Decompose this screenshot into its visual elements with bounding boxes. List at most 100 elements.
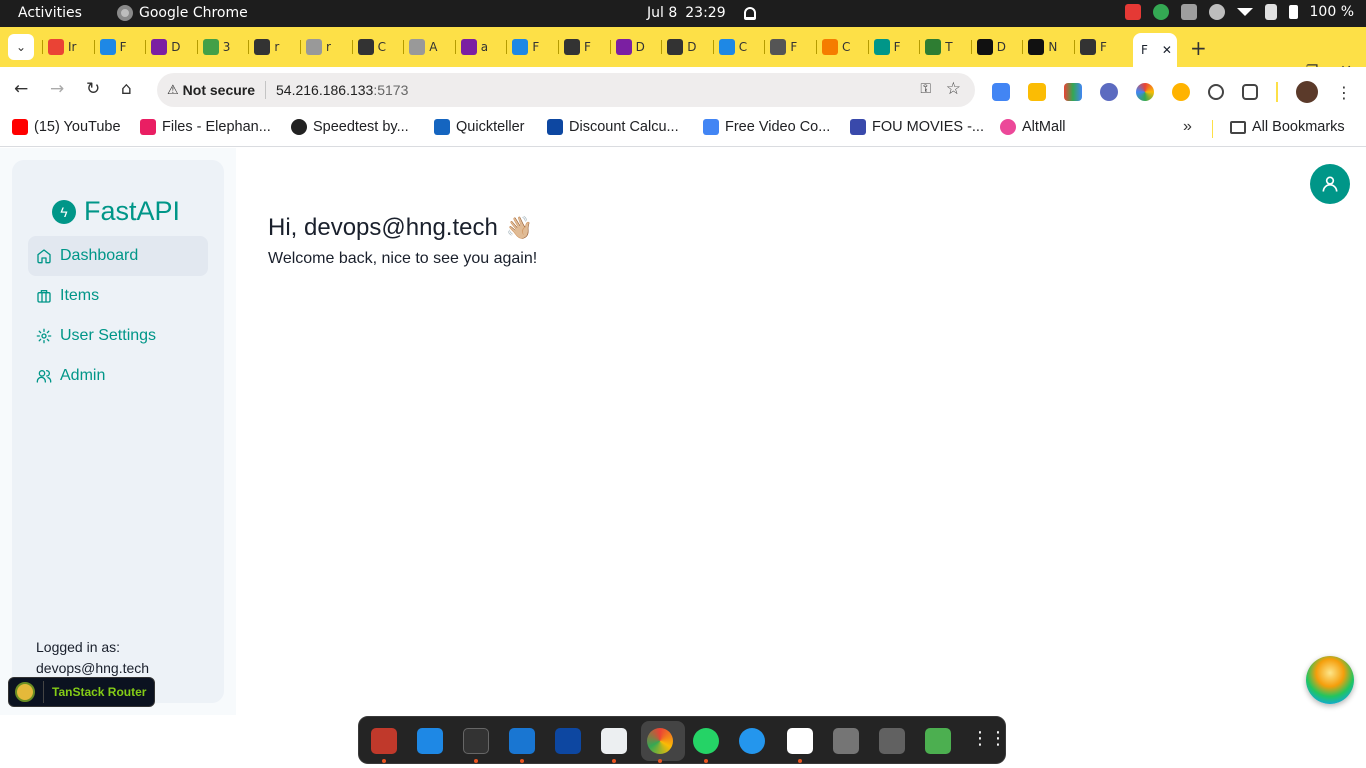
browser-tab[interactable]: Ir — [42, 37, 76, 57]
extensions-puzzle-icon[interactable] — [1242, 84, 1258, 100]
sidebar-item-admin[interactable]: Admin — [28, 356, 208, 396]
more-bookmarks-icon[interactable]: » — [1183, 118, 1192, 136]
browser-tab[interactable]: r — [300, 37, 331, 57]
user-menu-button[interactable] — [1310, 164, 1350, 204]
greeting-text: Hi, devops@hng.tech — [268, 214, 498, 241]
time-label: 23:29 — [685, 5, 726, 21]
tab-title: 3 — [222, 40, 231, 54]
anydesk-icon[interactable] — [1124, 4, 1141, 20]
sidebar-item-label: Dashboard — [60, 247, 139, 264]
active-tab[interactable]: F ✕ — [1133, 33, 1177, 67]
running-indicator — [474, 759, 478, 763]
sidebar-item-items[interactable]: Items — [28, 276, 208, 316]
settings-tray-icon[interactable] — [1208, 4, 1225, 20]
forward-icon[interactable]: → — [50, 79, 64, 99]
gear-extension-icon[interactable] — [1100, 83, 1118, 101]
text-editor-icon[interactable] — [417, 728, 443, 754]
tab-title: r — [274, 40, 280, 54]
archive-app-icon[interactable] — [833, 728, 859, 754]
clock[interactable]: Jul 8 23:29 — [647, 5, 756, 21]
address-bar[interactable]: ⚠ Not secure 54.216.186.133:5173 ⚿ ☆ — [157, 73, 975, 107]
tab-search-button[interactable]: ⌄ — [8, 34, 34, 60]
browser-tab[interactable]: F — [764, 37, 797, 57]
activities-button[interactable]: Activities — [18, 5, 82, 21]
whatsapp-icon[interactable] — [693, 728, 719, 754]
bookmark-item[interactable]: Discount Calcu... — [547, 119, 679, 135]
tab-favicon-icon — [925, 39, 942, 55]
all-bookmarks-button[interactable]: All Bookmarks — [1230, 119, 1345, 135]
browser-tab[interactable]: F — [1074, 37, 1107, 57]
new-tab-button[interactable]: + — [1190, 36, 1207, 60]
grid-extension-icon[interactable] — [1064, 83, 1082, 101]
browser-tab[interactable]: D — [145, 37, 181, 57]
fastapi-logo[interactable]: ϟ FastAPI — [52, 196, 180, 227]
tanstack-devtools-button[interactable]: TanStack Router — [8, 677, 155, 707]
browser-tab[interactable]: A — [403, 37, 437, 57]
browser-tab[interactable]: r — [248, 37, 280, 57]
browser-tab[interactable]: F — [506, 37, 539, 57]
not-secure-label[interactable]: Not secure — [183, 82, 255, 98]
tab-title: D — [171, 40, 181, 54]
browser-tab[interactable]: D — [970, 37, 1006, 57]
browser-tab[interactable]: D — [609, 37, 645, 57]
browser-tab[interactable]: C — [351, 37, 386, 57]
chrome-dock-icon[interactable] — [647, 728, 673, 754]
close-tab-icon[interactable]: ✕ — [1162, 43, 1172, 57]
files-app-icon[interactable] — [371, 728, 397, 754]
performance-icon[interactable] — [1208, 84, 1224, 100]
bookmark-favicon-icon — [850, 119, 866, 135]
reload-icon[interactable]: ↻ — [86, 79, 100, 99]
tab-favicon-icon — [770, 39, 787, 55]
postman-icon[interactable] — [787, 728, 813, 754]
bookmark-item[interactable]: Free Video Co... — [703, 119, 830, 135]
browser-tab[interactable]: T — [919, 37, 953, 57]
browser-tab[interactable]: C — [816, 37, 850, 57]
profile-avatar[interactable] — [1296, 81, 1318, 103]
bookmark-item[interactable]: Speedtest by... — [291, 119, 409, 135]
docker-icon[interactable] — [739, 728, 765, 754]
translate-extension-icon[interactable] — [992, 83, 1010, 101]
color-extension-icon[interactable] — [1136, 83, 1154, 101]
omnibox-divider — [265, 81, 267, 99]
terminal-icon[interactable] — [463, 728, 489, 754]
browser-tab[interactable]: C — [712, 37, 747, 57]
home-button-icon[interactable]: ⌂ — [121, 79, 132, 99]
browser-tab[interactable]: N — [1022, 37, 1057, 57]
bookmark-item[interactable]: (15) YouTube — [12, 119, 121, 135]
app-menu[interactable]: Google Chrome — [117, 5, 248, 21]
system-tray[interactable]: 100 % — [1124, 4, 1354, 20]
chrome-menu-icon[interactable]: ⋮ — [1336, 83, 1352, 102]
battery-icon[interactable] — [1288, 5, 1298, 19]
monitor-app-icon[interactable] — [555, 728, 581, 754]
volume-icon[interactable] — [1264, 4, 1277, 20]
browser-tab[interactable]: F — [558, 37, 591, 57]
notes-app-icon[interactable] — [601, 728, 627, 754]
sidebar-item-dashboard[interactable]: Dashboard — [28, 236, 208, 276]
bookmark-item[interactable]: FOU MOVIES -... — [850, 119, 984, 135]
trash-icon[interactable] — [925, 728, 951, 754]
keep-extension-icon[interactable] — [1028, 83, 1046, 101]
browser-tab[interactable]: a — [454, 37, 488, 57]
vscode-icon[interactable] — [509, 728, 535, 754]
browser-tab[interactable]: 3 — [196, 37, 231, 57]
bookmark-favicon-icon — [291, 119, 307, 135]
app-grid-icon[interactable]: ⋮⋮ — [971, 728, 1007, 754]
bookmark-item[interactable]: Files - Elephan... — [140, 119, 271, 135]
password-key-icon[interactable]: ⚿ — [920, 81, 931, 97]
browser-tab[interactable]: D — [661, 37, 696, 57]
bookmark-item[interactable]: AltMall — [1000, 119, 1066, 135]
notification-extension-icon[interactable] — [1172, 83, 1190, 101]
bookmark-star-icon[interactable]: ☆ — [946, 79, 961, 99]
bookmark-item[interactable]: Quickteller — [434, 119, 525, 135]
browser-tab[interactable]: F — [867, 37, 901, 57]
chrome-tray-icon[interactable] — [1152, 4, 1169, 20]
warning-icon[interactable]: ⚠ — [167, 83, 179, 98]
running-indicator — [704, 759, 708, 763]
ssd-app-icon[interactable] — [879, 728, 905, 754]
query-devtools-icon[interactable] — [1306, 656, 1354, 704]
back-icon[interactable]: ← — [14, 79, 28, 99]
shield-icon[interactable] — [1180, 4, 1197, 20]
wifi-icon[interactable] — [1236, 8, 1253, 16]
sidebar-item-user-settings[interactable]: User Settings — [28, 316, 208, 356]
browser-tab[interactable]: F — [93, 37, 127, 57]
